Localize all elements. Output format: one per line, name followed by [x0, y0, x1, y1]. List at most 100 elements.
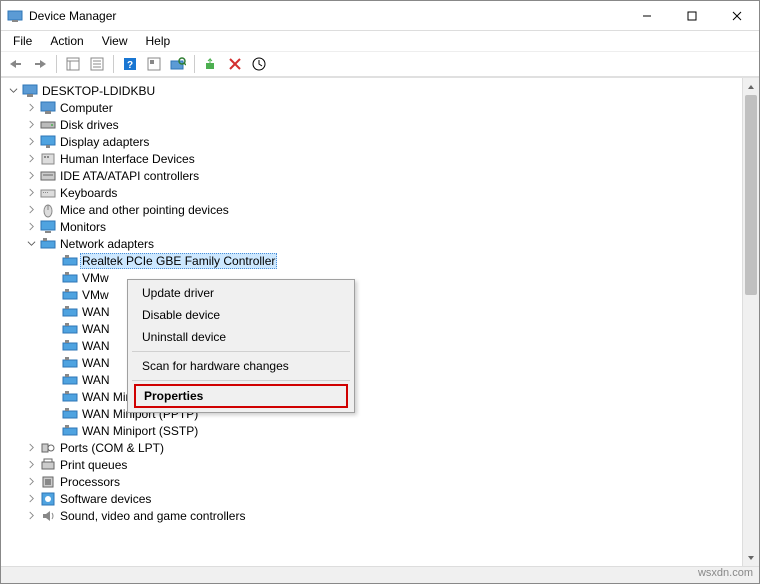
software-icon	[40, 491, 56, 507]
forward-button[interactable]	[29, 53, 51, 75]
scan-button[interactable]	[167, 53, 189, 75]
tree-device[interactable]: WAN Miniport (SSTP)	[3, 422, 740, 439]
back-button[interactable]	[5, 53, 27, 75]
vertical-scrollbar[interactable]	[742, 78, 759, 566]
tree-category[interactable]: Ports (COM & LPT)	[3, 439, 740, 456]
app-icon	[7, 8, 23, 24]
expand-icon[interactable]	[25, 101, 38, 114]
monitor-icon	[40, 219, 56, 235]
category-label: Mice and other pointing devices	[60, 203, 229, 217]
category-label: Display adapters	[60, 135, 149, 149]
tree-category[interactable]: Monitors	[3, 218, 740, 235]
properties-button[interactable]	[86, 53, 108, 75]
tree-category[interactable]: IDE ATA/ATAPI controllers	[3, 167, 740, 184]
menu-view[interactable]: View	[94, 32, 136, 50]
category-label: Monitors	[60, 220, 106, 234]
device-label: VMw	[82, 271, 109, 285]
menu-file[interactable]: File	[5, 32, 40, 50]
maximize-button[interactable]	[669, 1, 714, 30]
device-manager-window: Device Manager File Action View Help ?	[0, 0, 760, 584]
category-label: Software devices	[60, 492, 151, 506]
tree-device[interactable]: WAN	[3, 303, 740, 320]
close-button[interactable]	[714, 1, 759, 30]
device-tree[interactable]: DESKTOP-LDIDKBU ComputerDisk drives Displ…	[1, 78, 742, 566]
minimize-button[interactable]	[624, 1, 669, 30]
device-label: WAN	[82, 356, 110, 370]
spacer	[47, 373, 60, 386]
tree-device[interactable]: Realtek PCIe GBE Family Controller	[3, 252, 740, 269]
tree-category[interactable]: Computer	[3, 99, 740, 116]
expand-icon[interactable]	[25, 475, 38, 488]
expand-icon[interactable]	[25, 492, 38, 505]
expand-icon[interactable]	[25, 509, 38, 522]
expand-icon[interactable]	[25, 169, 38, 182]
tree-category[interactable]: Mice and other pointing devices	[3, 201, 740, 218]
expand-icon[interactable]	[25, 458, 38, 471]
uninstall-button[interactable]	[224, 53, 246, 75]
collapse-icon[interactable]	[25, 237, 38, 250]
spacer	[47, 424, 60, 437]
tree-device[interactable]: VMw	[3, 286, 740, 303]
expand-icon[interactable]	[25, 441, 38, 454]
ctx-uninstall-device[interactable]: Uninstall device	[130, 326, 352, 348]
scroll-thumb[interactable]	[745, 95, 757, 295]
network-adapter-icon	[62, 372, 78, 388]
tree-category-network[interactable]: Network adapters	[3, 235, 740, 252]
tree-category[interactable]: Human Interface Devices	[3, 150, 740, 167]
action-button[interactable]	[143, 53, 165, 75]
expand-icon[interactable]	[25, 220, 38, 233]
ctx-separator	[132, 380, 350, 381]
keyboard-icon	[40, 185, 56, 201]
tree-category[interactable]: Sound, video and game controllers	[3, 507, 740, 524]
expand-icon[interactable]	[25, 203, 38, 216]
tree-category[interactable]: Print queues	[3, 456, 740, 473]
expand-icon[interactable]	[25, 152, 38, 165]
spacer	[47, 271, 60, 284]
device-label: VMw	[82, 288, 109, 302]
title-bar: Device Manager	[1, 1, 759, 31]
menu-help[interactable]: Help	[138, 32, 179, 50]
toolbar-separator	[56, 55, 57, 73]
tree-category[interactable]: Display adapters	[3, 133, 740, 150]
display-icon	[40, 134, 56, 150]
tree-device[interactable]: WAN	[3, 354, 740, 371]
tree-category[interactable]: Software devices	[3, 490, 740, 507]
network-adapter-icon	[62, 253, 78, 269]
tree-device[interactable]: WAN	[3, 320, 740, 337]
scroll-up-button[interactable]	[743, 78, 759, 95]
network-adapter-icon	[62, 304, 78, 320]
tree-device[interactable]: WAN Miniport (PPPOE)	[3, 388, 740, 405]
expand-icon[interactable]	[25, 118, 38, 131]
help-button[interactable]: ?	[119, 53, 141, 75]
ctx-properties[interactable]: Properties	[134, 384, 348, 408]
spacer	[47, 390, 60, 403]
spacer	[47, 407, 60, 420]
tree-device[interactable]: WAN	[3, 337, 740, 354]
horizontal-scrollbar[interactable]	[1, 566, 759, 583]
mouse-icon	[40, 202, 56, 218]
svg-text:?: ?	[127, 60, 133, 71]
ctx-scan-hardware[interactable]: Scan for hardware changes	[130, 355, 352, 377]
update-driver-button[interactable]	[200, 53, 222, 75]
context-menu: Update driver Disable device Uninstall d…	[127, 279, 355, 413]
menu-action[interactable]: Action	[42, 32, 91, 50]
tree-device[interactable]: WAN	[3, 371, 740, 388]
tree-root[interactable]: DESKTOP-LDIDKBU	[3, 82, 740, 99]
expand-icon[interactable]	[25, 135, 38, 148]
ctx-update-driver[interactable]: Update driver	[130, 282, 352, 304]
category-label: Processors	[60, 475, 120, 489]
disable-button[interactable]	[248, 53, 270, 75]
toolbar: ?	[1, 51, 759, 77]
collapse-icon[interactable]	[7, 84, 20, 97]
tree-category[interactable]: Keyboards	[3, 184, 740, 201]
spacer	[47, 254, 60, 267]
expand-icon[interactable]	[25, 186, 38, 199]
scroll-down-button[interactable]	[743, 549, 759, 566]
show-hidden-button[interactable]	[62, 53, 84, 75]
ctx-disable-device[interactable]: Disable device	[130, 304, 352, 326]
network-adapter-icon	[62, 321, 78, 337]
tree-device[interactable]: VMw	[3, 269, 740, 286]
tree-category[interactable]: Disk drives	[3, 116, 740, 133]
tree-device[interactable]: WAN Miniport (PPTP)	[3, 405, 740, 422]
tree-category[interactable]: Processors	[3, 473, 740, 490]
